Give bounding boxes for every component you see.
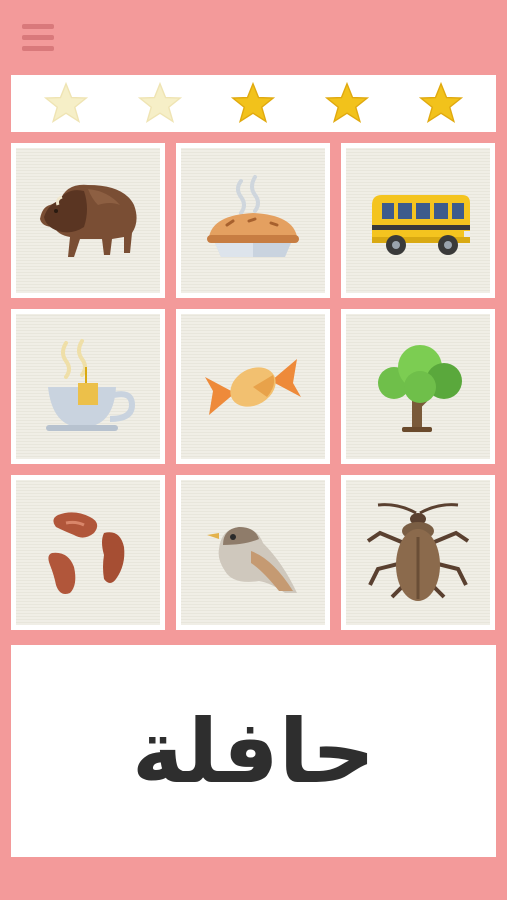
candy-icon [205, 358, 301, 415]
star-icon-1 [43, 81, 89, 127]
tile-beans[interactable] [11, 475, 165, 630]
target-word: حافلة [131, 699, 376, 803]
star-icon-5 [418, 81, 464, 127]
word-panel: حافلة [11, 645, 496, 857]
tile-sparrow[interactable] [176, 475, 330, 630]
pie-icon [207, 174, 299, 257]
tile-bison[interactable] [11, 143, 165, 298]
beans-icon [48, 511, 125, 594]
menu-line [22, 46, 54, 51]
sparrow-icon [207, 526, 297, 593]
star-icon-2 [137, 81, 183, 127]
tile-tea-cup[interactable] [11, 309, 165, 464]
tile-candy[interactable] [176, 309, 330, 464]
star-icon-3 [230, 81, 276, 127]
star-rating [11, 75, 496, 132]
bus-icon [372, 194, 470, 255]
menu-line [22, 35, 54, 40]
tea-cup-icon [46, 338, 136, 431]
tile-bus[interactable] [341, 143, 495, 298]
bison-icon [40, 184, 137, 257]
tile-pie[interactable] [176, 143, 330, 298]
menu-button[interactable] [22, 22, 56, 54]
star-icon-4 [324, 81, 370, 127]
tile-cockroach[interactable] [341, 475, 495, 630]
picture-grid [11, 143, 496, 630]
tree-icon [378, 344, 462, 432]
cockroach-icon [366, 502, 470, 601]
tile-tree[interactable] [341, 309, 495, 464]
menu-line [22, 24, 54, 29]
